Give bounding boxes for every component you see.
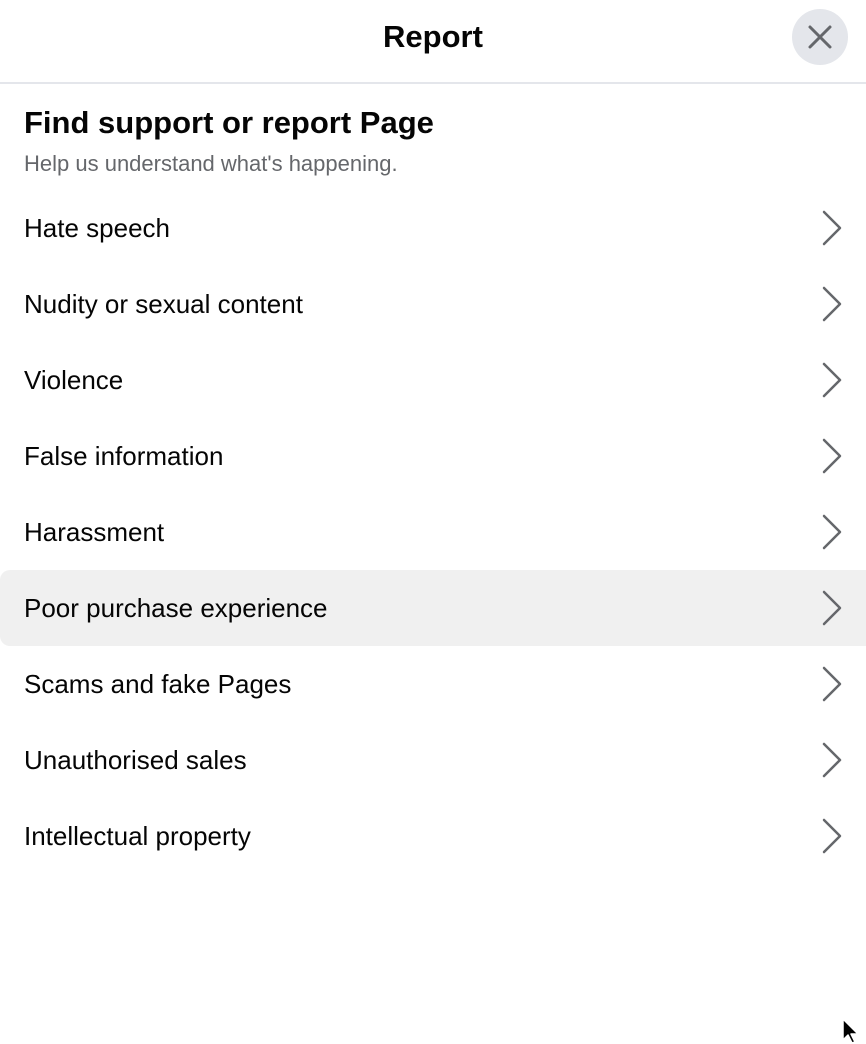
chevron-right-icon [818, 436, 844, 476]
intro-section: Find support or report Page Help us unde… [0, 84, 866, 178]
mouse-cursor-icon [842, 1018, 864, 1044]
chevron-right-icon [818, 816, 844, 856]
option-label: Intellectual property [24, 821, 251, 851]
option-unauthorised-sales[interactable]: Unauthorised sales [0, 722, 866, 798]
chevron-right-icon [818, 588, 844, 628]
option-label: Harassment [24, 517, 165, 547]
chevron-right-icon [818, 208, 844, 248]
option-label: Hate speech [24, 213, 170, 243]
option-label: Scams and fake Pages [24, 669, 292, 699]
option-harassment[interactable]: Harassment [0, 494, 866, 570]
report-options-list: Hate speech Nudity or sexual content Vio… [0, 190, 866, 874]
dialog-title: Report [383, 19, 483, 54]
chevron-right-icon [818, 360, 844, 400]
option-false-information[interactable]: False information [0, 418, 866, 494]
option-label: False information [24, 441, 224, 471]
section-subtitle: Help us understand what's happening. [24, 151, 398, 176]
option-label: Nudity or sexual content [24, 289, 303, 319]
option-label: Violence [24, 365, 124, 395]
option-label: Unauthorised sales [24, 745, 247, 775]
option-intellectual-property[interactable]: Intellectual property [0, 798, 866, 874]
report-dialog: Report Find support or report Page Help … [0, 0, 866, 1044]
chevron-right-icon [818, 664, 844, 704]
option-label: Poor purchase experience [24, 593, 328, 623]
chevron-right-icon [818, 740, 844, 780]
chevron-right-icon [818, 512, 844, 552]
option-violence[interactable]: Violence [0, 342, 866, 418]
option-hate-speech[interactable]: Hate speech [0, 190, 866, 266]
section-title: Find support or report Page [24, 105, 434, 140]
dialog-header: Report [0, 0, 866, 84]
chevron-right-icon [818, 284, 844, 324]
option-nudity-or-sexual-content[interactable]: Nudity or sexual content [0, 266, 866, 342]
close-icon [807, 24, 833, 50]
close-button[interactable] [792, 9, 848, 65]
option-scams-and-fake-pages[interactable]: Scams and fake Pages [0, 646, 866, 722]
option-poor-purchase-experience[interactable]: Poor purchase experience [0, 570, 866, 646]
